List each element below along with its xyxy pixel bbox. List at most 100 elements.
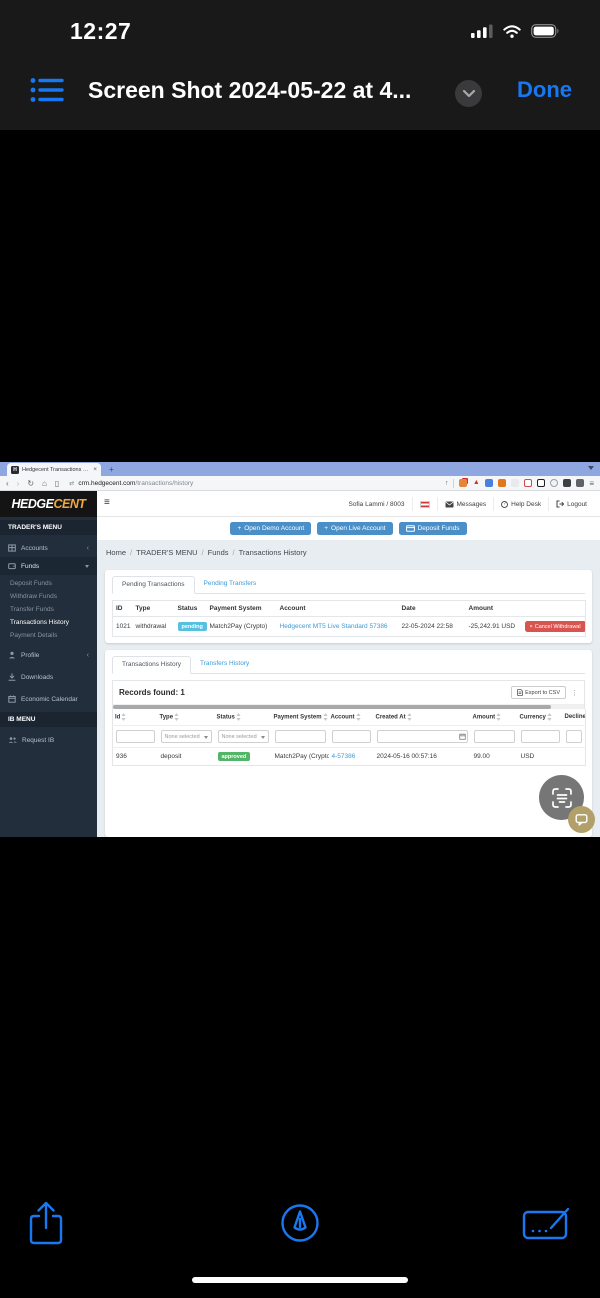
cancel-withdrawal-button[interactable]: × Cancel Withdrawal [524,621,586,632]
sidebar-subitem-payment-details[interactable]: Payment Details [0,629,97,642]
deposit-funds-button[interactable]: Deposit Funds [398,522,467,535]
sidebar-subitem-deposit-funds[interactable]: Deposit Funds [0,577,97,590]
battery-icon [531,24,559,38]
reload-icon[interactable]: ↻ [27,479,34,488]
extension-icon-dark[interactable] [563,479,572,487]
col-type[interactable]: Type [158,709,215,726]
filter-id-input[interactable] [116,730,155,743]
col-status[interactable]: Status [215,709,272,726]
messages-button[interactable]: Messages [436,497,494,511]
tab-transfers-history[interactable]: Transfers History [191,656,258,673]
share-icon[interactable] [28,1200,64,1246]
language-selector[interactable] [411,497,437,511]
sidebar-item-accounts[interactable]: Accounts ‹ [0,539,97,557]
filter-status-select[interactable]: None selected [217,730,269,743]
filter-amount-input[interactable] [473,730,515,743]
collapse-button[interactable] [455,80,482,107]
crm-header: HEDGECENT ≡ Sofia Lammi / 8003 Messages [0,491,600,517]
extension-icon-red[interactable] [524,479,533,487]
home-icon[interactable]: ⌂ [42,479,47,488]
scrollbar-thumb[interactable] [113,704,552,709]
crm-sidebar: TRADER'S MENU Accounts ‹ Funds Deposit F… [0,517,97,837]
col-created-at[interactable]: Created At [374,709,471,726]
filter-account-input[interactable] [331,730,371,743]
site-info-icon[interactable]: ⇄ [69,480,74,487]
url-bar[interactable]: ⇄ crm.hedgecent.com/transactions/history [69,480,445,487]
tab-pending-transfers[interactable]: Pending Transfers [195,576,266,593]
adblock-extension-icon[interactable] [459,479,468,487]
horizontal-scrollbar[interactable] [112,704,585,709]
open-demo-account-button[interactable]: + Open Demo Account [230,522,312,535]
sidebar-item-economic-calendar[interactable]: Economic Calendar [0,690,97,708]
tab-pending-transactions[interactable]: Pending Transactions [112,576,195,594]
cell-type: deposit [157,747,215,766]
signature-icon[interactable] [522,1204,572,1244]
pending-transactions-table: ID Type Status Payment System Account Da… [112,600,586,637]
browser-menu-icon[interactable]: ≡ [589,479,594,488]
viewer-title: Screen Shot 2024-05-22 at 4... [88,77,412,103]
filter-created-at-input[interactable] [376,730,468,743]
share-page-icon[interactable]: ↑ [445,480,449,487]
col-amount[interactable]: Amount [471,709,518,726]
extension-icon-pale[interactable] [511,479,520,487]
breadcrumb-traders-menu[interactable]: TRADER'S MENU [136,548,197,557]
export-to-csv-button[interactable]: Export to CSV [511,686,566,699]
filter-decline-input[interactable] [565,730,582,743]
breadcrumb-funds[interactable]: Funds [208,548,229,557]
hedgecent-logo: HEDGE CENT [0,491,97,517]
cell-id: 1021 [116,623,131,630]
col-id[interactable]: Id [113,709,158,726]
tab-list-chevron-icon[interactable] [588,466,594,473]
sidebar-item-downloads[interactable]: Downloads [0,668,97,686]
sidebar-item-profile[interactable]: Profile ‹ [0,646,97,664]
new-tab-button[interactable]: + [109,463,114,476]
filter-currency-input[interactable] [520,730,560,743]
filter-type-select[interactable]: None selected [160,730,212,743]
extension-icon-circle[interactable] [550,479,559,487]
open-live-account-button[interactable]: + Open Live Account [317,522,393,535]
cell-amount: 99.00 [470,747,518,766]
col-decline[interactable]: Decline [563,709,586,726]
help-desk-button[interactable]: ? Help Desk [493,497,548,511]
done-button[interactable]: Done [517,77,572,103]
bookmarks-panel-icon[interactable]: ▯ [55,479,59,488]
filter-payment-system-input[interactable] [274,730,326,743]
markup-pen-icon[interactable] [279,1202,321,1244]
extension-icon-blue[interactable] [485,479,494,487]
warning-extension-icon[interactable]: ▲ [472,479,480,487]
list-icon[interactable] [30,75,64,105]
chevron-down-icon [462,89,475,98]
sidebar-subitem-transactions-history[interactable]: Transactions History [0,616,97,629]
sidebar-subitem-transfer-funds[interactable]: Transfer Funds [0,603,97,616]
col-account[interactable]: Account [329,709,374,726]
col-currency[interactable]: Currency [518,709,563,726]
extension-icon-gray[interactable] [576,479,585,487]
calendar-icon [458,733,466,740]
sidebar-item-request-ib[interactable]: Request IB [0,731,97,749]
home-indicator[interactable] [192,1277,408,1283]
chat-fab-button[interactable] [568,806,595,833]
user-menu[interactable]: Sofia Lammi / 8003 [341,497,411,511]
back-icon[interactable]: ‹ [6,479,9,488]
metamask-extension-icon[interactable] [498,479,507,487]
logout-button[interactable]: Logout [548,497,594,511]
sidebar-item-funds[interactable]: Funds [0,557,97,575]
breadcrumb-home[interactable]: Home [106,548,126,557]
tab-close-icon[interactable]: × [93,466,97,473]
col-payment-system[interactable]: Payment System [272,709,329,726]
cell-payment-system: Match2Pay (Crypto) [209,623,268,630]
account-link[interactable]: Hedgecent MT5 Live Standard 57386 [280,623,388,630]
sidebar-subitem-withdraw-funds[interactable]: Withdraw Funds [0,590,97,603]
forward-icon[interactable]: › [17,479,20,488]
sidebar-toggle-icon[interactable]: ≡ [104,497,110,508]
status-badge: approved [217,752,251,761]
cell-decline [562,747,586,766]
browser-tab[interactable]: H Hedgecent Transactions Hist × [7,463,101,476]
more-options-icon[interactable]: ⋮ [571,689,578,697]
close-icon: × [529,623,533,630]
tab-transactions-history[interactable]: Transactions History [112,656,191,674]
breadcrumb-separator: / [130,548,133,557]
account-link[interactable]: 4-57386 [332,753,356,760]
extension-icon-outline[interactable] [537,479,546,487]
help-icon: ? [501,500,509,508]
